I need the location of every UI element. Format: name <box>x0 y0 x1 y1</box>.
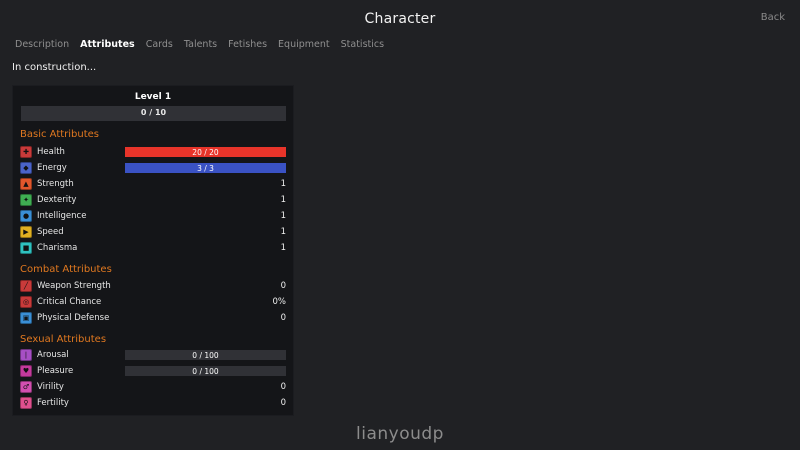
combat-attributes-heading: Combat Attributes <box>20 264 112 275</box>
energy-icon: ◆ <box>20 162 32 174</box>
speed-icon: ▶ <box>20 226 32 238</box>
attribute-label: Intelligence <box>37 211 87 221</box>
watermark: lianyoudp <box>356 424 444 444</box>
health-bar: 20 / 20 <box>125 147 286 157</box>
pleasure-bar-text: 0 / 100 <box>192 367 219 376</box>
virility-icon: ♂ <box>20 381 32 393</box>
attribute-row-weapon-strength: ╱ Weapon Strength 0 <box>20 280 286 293</box>
health-bar-text: 20 / 20 <box>192 148 219 157</box>
fertility-icon: ♀ <box>20 397 32 409</box>
level-label: Level 1 <box>134 92 172 102</box>
tab-fetishes[interactable]: Fetishes <box>228 39 267 50</box>
experience-bar: 0 / 10 <box>21 106 286 121</box>
tab-talents[interactable]: Talents <box>184 39 217 50</box>
weapon-strength-icon: ╱ <box>20 280 32 292</box>
arousal-bar: 0 / 100 <box>125 350 286 360</box>
attribute-value: 1 <box>280 179 286 189</box>
basic-attributes-heading: Basic Attributes <box>20 129 100 140</box>
attribute-value: 0 <box>280 382 286 392</box>
attribute-row-speed: ▶ Speed 1 <box>20 226 286 239</box>
strength-icon: ▲ <box>20 178 32 190</box>
pleasure-bar: 0 / 100 <box>125 366 286 376</box>
attribute-value: 1 <box>280 243 286 253</box>
arousal-icon: ❘ <box>20 349 32 361</box>
attribute-value: 0 <box>280 281 286 291</box>
attribute-label: Energy <box>37 163 67 173</box>
energy-bar-text: 3 / 3 <box>197 164 214 173</box>
attribute-label: Health <box>37 147 65 157</box>
attribute-value: 1 <box>280 195 286 205</box>
pleasure-icon: ♥ <box>20 365 32 377</box>
attribute-label: Strength <box>37 179 74 189</box>
attribute-value: 0% <box>272 297 287 307</box>
attribute-value: 0 <box>280 313 286 323</box>
arousal-bar-text: 0 / 100 <box>192 351 219 360</box>
attribute-row-intelligence: ● Intelligence 1 <box>20 210 286 223</box>
experience-text: 0 / 10 <box>140 108 167 117</box>
attribute-value: 1 <box>280 227 286 237</box>
attribute-row-critical-chance: ◎ Critical Chance 0% <box>20 296 286 309</box>
attribute-row-dexterity: ✦ Dexterity 1 <box>20 194 286 207</box>
attribute-label: Pleasure <box>37 366 74 376</box>
health-icon: ✚ <box>20 146 32 158</box>
attribute-label: Charisma <box>37 243 78 253</box>
energy-bar: 3 / 3 <box>125 163 286 173</box>
attribute-label: Speed <box>37 227 64 237</box>
tab-cards[interactable]: Cards <box>146 39 173 50</box>
tab-attributes[interactable]: Attributes <box>80 39 135 50</box>
tab-equipment[interactable]: Equipment <box>278 39 330 50</box>
tab-statistics[interactable]: Statistics <box>341 39 384 50</box>
attributes-panel: Level 1 0 / 10 Basic Attributes ✚ Health… <box>12 85 294 416</box>
attribute-row-energy: ◆ Energy 3 / 3 <box>20 162 286 175</box>
critical-chance-icon: ◎ <box>20 296 32 308</box>
attribute-label: Critical Chance <box>37 297 102 307</box>
attribute-row-arousal: ❘ Arousal 0 / 100 <box>20 349 286 362</box>
attribute-row-health: ✚ Health 20 / 20 <box>20 146 286 159</box>
intelligence-icon: ● <box>20 210 32 222</box>
attribute-row-strength: ▲ Strength 1 <box>20 178 286 191</box>
tab-bar: Description Attributes Cards Talents Fet… <box>15 39 384 50</box>
attribute-label: Virility <box>37 382 64 392</box>
attribute-row-physical-defense: ▣ Physical Defense 0 <box>20 312 286 325</box>
sexual-attributes-heading: Sexual Attributes <box>20 334 107 345</box>
attribute-value: 1 <box>280 211 286 221</box>
charisma-icon: ■ <box>20 242 32 254</box>
attribute-row-charisma: ■ Charisma 1 <box>20 242 286 255</box>
attribute-label: Weapon Strength <box>37 281 111 291</box>
attribute-row-virility: ♂ Virility 0 <box>20 381 286 394</box>
attribute-row-pleasure: ♥ Pleasure 0 / 100 <box>20 365 286 378</box>
attribute-label: Fertility <box>37 398 69 408</box>
physical-defense-icon: ▣ <box>20 312 32 324</box>
attribute-label: Dexterity <box>37 195 77 205</box>
attribute-row-fertility: ♀ Fertility 0 <box>20 397 286 410</box>
tab-description[interactable]: Description <box>15 39 69 50</box>
attribute-label: Physical Defense <box>37 313 110 323</box>
attribute-label: Arousal <box>37 350 69 360</box>
back-button[interactable]: Back <box>761 12 785 23</box>
attribute-value: 0 <box>280 398 286 408</box>
dexterity-icon: ✦ <box>20 194 32 206</box>
page-title: Character <box>364 11 436 27</box>
construction-notice: In construction... <box>12 62 97 73</box>
